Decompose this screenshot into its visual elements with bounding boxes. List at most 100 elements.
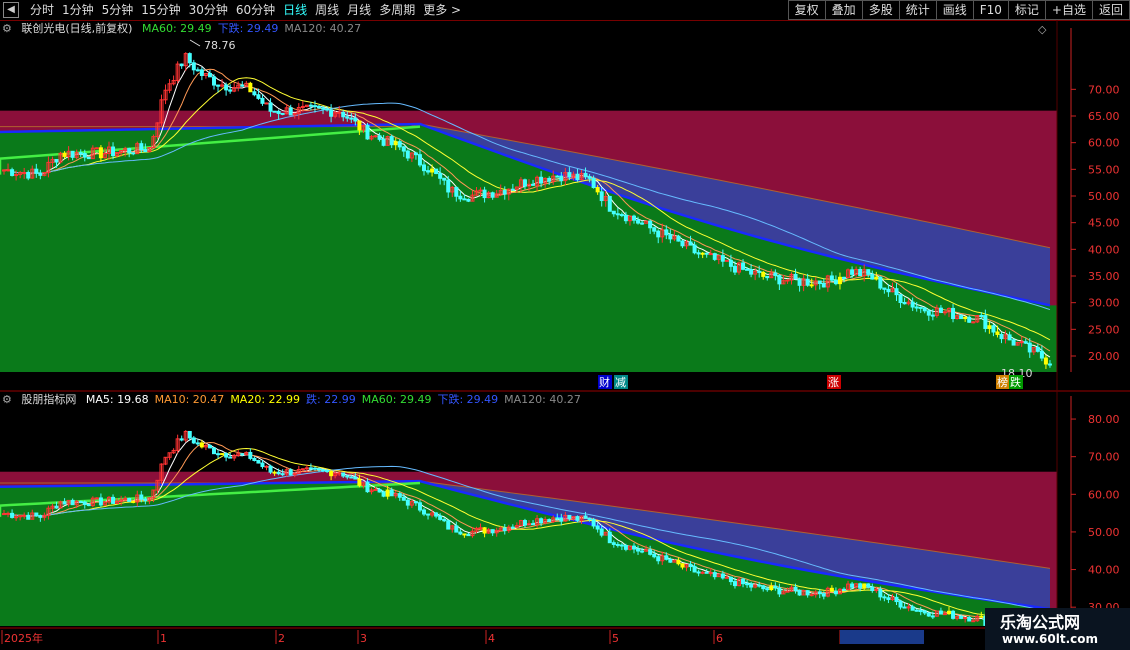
main-candle-body xyxy=(70,150,75,158)
main-candle-body xyxy=(773,272,778,276)
indicator-candle-body xyxy=(131,500,136,503)
indicator-candle-body xyxy=(979,615,984,618)
main-candle-body xyxy=(111,146,116,157)
indicator-candle-body xyxy=(769,585,774,591)
indicator-candle-body xyxy=(636,548,641,552)
main-candle-body xyxy=(805,278,810,286)
main-candle-body xyxy=(38,172,43,176)
main-candle-body xyxy=(692,244,697,254)
main-candle-body xyxy=(26,171,31,179)
indicator-candle-body xyxy=(918,610,923,613)
main-candle-body xyxy=(62,152,67,157)
main-candle-body xyxy=(652,227,657,232)
indicator-candle-body xyxy=(442,518,447,522)
main-candle-body xyxy=(522,179,527,187)
main-candle-body xyxy=(587,176,592,179)
main-candle-body xyxy=(995,331,1000,335)
indicator-candle-body xyxy=(54,505,59,509)
date-label-1: 1 xyxy=(160,632,167,645)
date-label-4: 4 xyxy=(488,632,495,645)
main-candle-body xyxy=(963,316,968,320)
main-candle-body xyxy=(422,164,426,172)
indicator-candle-body xyxy=(829,587,834,592)
main-tick-label: 60.00 xyxy=(1088,137,1120,150)
indicator-candle-body xyxy=(458,531,463,535)
indicator-candle-body xyxy=(272,471,277,474)
indicator-candle-body xyxy=(357,478,362,486)
chart-canvas[interactable]: 70.00 65.00 60.00 55.00 50.00 45.00 40.00 35.00… xyxy=(0,0,1130,650)
main-candle-body xyxy=(741,262,746,270)
indicator-candle-body xyxy=(894,596,899,603)
main-candle-body xyxy=(357,120,362,131)
main-candle-body xyxy=(22,171,27,174)
indicator-tick-label: 50.00 xyxy=(1088,526,1120,539)
main-candle-body xyxy=(1035,346,1040,352)
main-candle-body xyxy=(894,288,899,296)
indicator-candle-body xyxy=(98,497,103,506)
main-candle-body xyxy=(216,84,221,87)
indicator-candle-body xyxy=(757,584,762,587)
indicator-candle-body xyxy=(619,544,624,547)
main-candle-body xyxy=(195,69,200,72)
main-candle-body xyxy=(991,325,996,333)
main-candle-body xyxy=(207,72,212,78)
indicator-candle-body xyxy=(967,617,972,622)
indicator-candle-body xyxy=(599,528,604,536)
indicator-candle-body xyxy=(910,606,915,611)
indicator-candle-body xyxy=(942,613,947,616)
main-candle-body xyxy=(341,111,346,118)
main-candle-body xyxy=(131,152,136,155)
badge-label-1: 减 xyxy=(615,376,626,389)
indicator-candle-body xyxy=(268,465,273,473)
main-candle-body xyxy=(922,307,927,312)
indicator-candle-body xyxy=(870,586,875,592)
main-candle-body xyxy=(268,102,273,112)
indicator-candle-body xyxy=(381,491,386,497)
main-tick-label: 65.00 xyxy=(1088,110,1120,123)
main-candle-body xyxy=(1011,339,1016,346)
main-candle-body xyxy=(248,82,253,93)
indicator-candle-body xyxy=(179,438,184,441)
indicator-candle-body xyxy=(321,469,326,472)
indicator-candle-body xyxy=(502,527,507,532)
main-candle-body xyxy=(640,222,645,225)
main-candle-body xyxy=(700,252,705,255)
main-tick-label: 35.00 xyxy=(1088,270,1120,283)
indicator-candle-body xyxy=(434,512,439,517)
indicator-candle-body xyxy=(692,566,697,573)
indicator-candle-body xyxy=(86,504,91,507)
indicator-candle-body xyxy=(260,462,265,468)
main-candle-body xyxy=(656,230,661,238)
main-candle-body xyxy=(127,148,132,154)
main-candle-body xyxy=(632,215,636,221)
main-candle-body xyxy=(86,156,91,160)
indicator-candle-body xyxy=(575,516,580,521)
indicator-candle-body xyxy=(466,533,471,537)
indicator-candle-body xyxy=(438,515,443,520)
main-candle-body xyxy=(466,198,471,202)
indicator-candle-body xyxy=(462,533,467,536)
main-candle-body xyxy=(866,269,871,275)
indicator-candle-body xyxy=(926,612,931,617)
indicator-candle-body xyxy=(304,467,309,470)
main-candle-body xyxy=(930,314,935,317)
indicator-candle-body xyxy=(567,514,572,519)
main-candle-body xyxy=(179,63,184,67)
main-candle-body xyxy=(199,69,204,76)
indicator-candle-body xyxy=(212,447,216,455)
indicator-candle-body xyxy=(401,496,406,501)
indicator-candle-body xyxy=(652,553,657,558)
indicator-candle-body xyxy=(240,453,245,456)
main-candle-body xyxy=(967,316,972,323)
main-candle-body xyxy=(910,301,915,308)
main-candle-body xyxy=(680,240,685,247)
indicator-candle-body xyxy=(704,571,709,574)
indicator-candle-body xyxy=(341,472,346,477)
indicator-candle-body xyxy=(312,467,317,470)
main-candle-body xyxy=(595,187,600,193)
indicator-candle-body xyxy=(111,496,116,504)
main-candle-body xyxy=(636,219,641,224)
main-candle-body xyxy=(1019,341,1024,344)
main-candle-body xyxy=(405,150,410,159)
indicator-candle-body xyxy=(228,456,233,459)
